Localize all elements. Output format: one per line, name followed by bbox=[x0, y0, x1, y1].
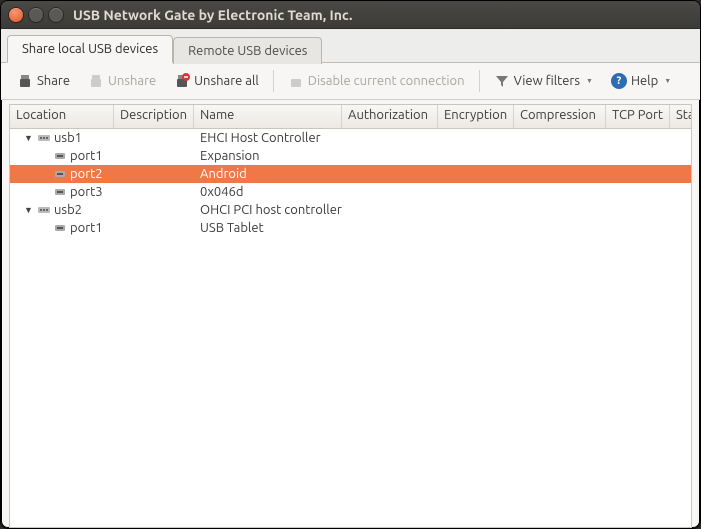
help-button[interactable]: ? Help ▼ bbox=[603, 69, 679, 93]
name-cell: OHCI PCI host controller bbox=[194, 203, 342, 217]
usb-unplug-icon bbox=[88, 73, 104, 89]
usb-port-icon bbox=[53, 186, 67, 198]
location-cell: port1 bbox=[10, 149, 114, 163]
share-button[interactable]: Share bbox=[9, 69, 78, 93]
usb-port-icon bbox=[53, 222, 67, 234]
col-authorization[interactable]: Authorization bbox=[342, 105, 438, 128]
tab-bar: Share local USB devices Remote USB devic… bbox=[1, 29, 700, 63]
unshare-label: Unshare bbox=[108, 74, 156, 88]
table-row[interactable]: port2 Android bbox=[10, 165, 691, 183]
location-text: port1 bbox=[70, 149, 103, 163]
usb-hub-icon bbox=[37, 204, 51, 216]
col-tcp-port[interactable]: TCP Port bbox=[606, 105, 670, 128]
name-cell: EHCI Host Controller bbox=[194, 131, 342, 145]
col-name[interactable]: Name bbox=[194, 105, 342, 128]
location-cell: port2 bbox=[10, 167, 114, 181]
col-compression[interactable]: Compression bbox=[514, 105, 606, 128]
toolbar: Share Unshare Unshare all Disable curren… bbox=[1, 63, 700, 100]
usb-unplug-all-icon bbox=[174, 73, 190, 89]
maximize-icon[interactable] bbox=[49, 8, 63, 22]
tab-share-local[interactable]: Share local USB devices bbox=[7, 35, 173, 63]
col-encryption[interactable]: Encryption bbox=[438, 105, 514, 128]
name-cell: Expansion bbox=[194, 149, 342, 163]
share-label: Share bbox=[37, 74, 70, 88]
disable-connection-button: Disable current connection bbox=[280, 69, 473, 93]
tree-body: ▼usb1EHCI Host Controllerport1Expansionp… bbox=[10, 129, 691, 237]
funnel-icon bbox=[494, 73, 510, 89]
table-row[interactable]: port1 USB Tablet bbox=[10, 219, 691, 237]
view-filters-label: View filters bbox=[514, 74, 580, 88]
toolbar-separator bbox=[479, 70, 480, 92]
col-description[interactable]: Description bbox=[114, 105, 194, 128]
chevron-down-icon: ▼ bbox=[586, 77, 593, 85]
help-icon: ? bbox=[611, 73, 627, 89]
view-filters-button[interactable]: View filters ▼ bbox=[486, 69, 601, 93]
location-text: port2 bbox=[70, 167, 103, 181]
table-row[interactable]: port1 Expansion bbox=[10, 147, 691, 165]
location-text: usb2 bbox=[54, 203, 82, 217]
location-text: port3 bbox=[70, 185, 103, 199]
location-cell: ▼ usb2 bbox=[10, 203, 114, 217]
window-controls bbox=[9, 8, 63, 22]
unshare-all-button[interactable]: Unshare all bbox=[166, 69, 267, 93]
window-title: USB Network Gate by Electronic Team, Inc… bbox=[73, 7, 352, 23]
name-cell: Android bbox=[194, 167, 342, 181]
name-cell: 0x046d bbox=[194, 185, 342, 199]
table-row[interactable]: ▼ usb1 EHCI Host Controller bbox=[10, 129, 691, 147]
table-row[interactable]: port3 0x046d bbox=[10, 183, 691, 201]
disclosure-triangle-icon[interactable]: ▼ bbox=[24, 133, 34, 143]
usb-hub-icon bbox=[37, 132, 51, 144]
usb-port-icon bbox=[53, 168, 67, 180]
disclosure-triangle-icon[interactable]: ▼ bbox=[24, 205, 34, 215]
column-headers: Location Description Name Authorization … bbox=[10, 105, 691, 129]
col-location[interactable]: Location bbox=[10, 105, 114, 128]
device-tree: Location Description Name Authorization … bbox=[9, 104, 692, 528]
usb-plug-icon bbox=[17, 73, 33, 89]
name-cell: USB Tablet bbox=[194, 221, 342, 235]
tab-remote[interactable]: Remote USB devices bbox=[173, 37, 322, 64]
location-text: port1 bbox=[70, 221, 103, 235]
location-cell: ▼ usb1 bbox=[10, 131, 114, 145]
toolbar-separator bbox=[273, 70, 274, 92]
location-text: usb1 bbox=[54, 131, 82, 145]
app-window: USB Network Gate by Electronic Team, Inc… bbox=[0, 0, 701, 529]
help-label: Help bbox=[631, 74, 658, 88]
location-cell: port1 bbox=[10, 221, 114, 235]
usb-port-icon bbox=[53, 150, 67, 162]
unshare-button: Unshare bbox=[80, 69, 164, 93]
col-state[interactable]: State bbox=[670, 105, 691, 128]
table-row[interactable]: ▼ usb2 OHCI PCI host controller bbox=[10, 201, 691, 219]
chevron-down-icon: ▼ bbox=[664, 77, 671, 85]
disconnect-icon bbox=[288, 73, 304, 89]
disable-connection-label: Disable current connection bbox=[308, 74, 465, 88]
titlebar[interactable]: USB Network Gate by Electronic Team, Inc… bbox=[1, 1, 700, 29]
minimize-icon[interactable] bbox=[29, 8, 43, 22]
close-icon[interactable] bbox=[9, 8, 23, 22]
location-cell: port3 bbox=[10, 185, 114, 199]
unshare-all-label: Unshare all bbox=[194, 74, 259, 88]
